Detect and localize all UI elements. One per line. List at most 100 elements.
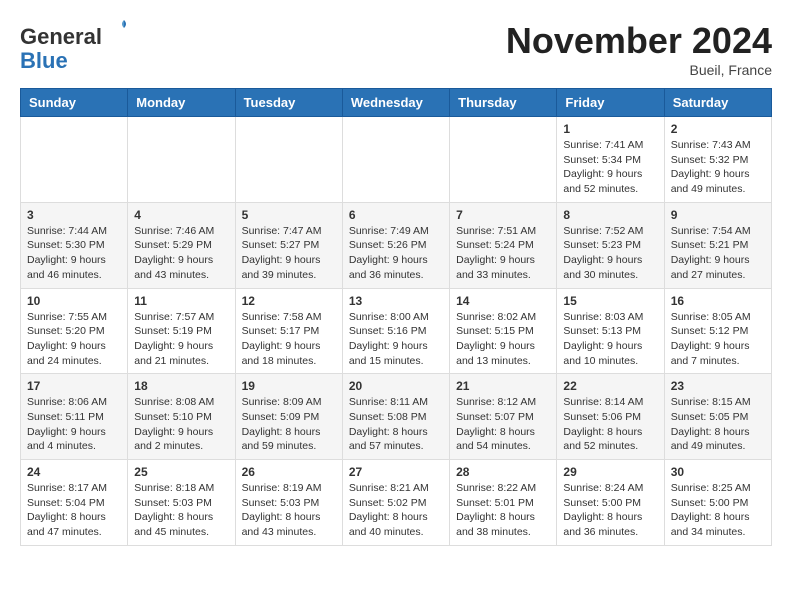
logo-blue: Blue xyxy=(20,48,68,73)
day-number: 21 xyxy=(456,379,550,393)
day-number: 26 xyxy=(242,465,336,479)
day-number: 28 xyxy=(456,465,550,479)
day-number: 11 xyxy=(134,294,228,308)
calendar-cell: 23 Sunrise: 8:15 AM Sunset: 5:05 PM Dayli… xyxy=(664,374,771,460)
day-number: 14 xyxy=(456,294,550,308)
day-info: Sunrise: 8:22 AM Sunset: 5:01 PM Dayligh… xyxy=(456,481,550,540)
page-header: General Blue November 2024 Bueil, France xyxy=(20,20,772,78)
calendar-cell: 13 Sunrise: 8:00 AM Sunset: 5:16 PM Dayli… xyxy=(342,288,449,374)
location: Bueil, France xyxy=(506,62,772,78)
day-number: 15 xyxy=(563,294,657,308)
day-number: 18 xyxy=(134,379,228,393)
calendar-cell: 11 Sunrise: 7:57 AM Sunset: 5:19 PM Dayli… xyxy=(128,288,235,374)
day-number: 13 xyxy=(349,294,443,308)
day-number: 12 xyxy=(242,294,336,308)
calendar-cell: 4 Sunrise: 7:46 AM Sunset: 5:29 PM Daylig… xyxy=(128,202,235,288)
calendar-cell: 9 Sunrise: 7:54 AM Sunset: 5:21 PM Daylig… xyxy=(664,202,771,288)
calendar-table: SundayMondayTuesdayWednesdayThursdayFrid… xyxy=(20,88,772,546)
day-info: Sunrise: 8:05 AM Sunset: 5:12 PM Dayligh… xyxy=(671,310,765,369)
calendar-cell: 18 Sunrise: 8:08 AM Sunset: 5:10 PM Dayli… xyxy=(128,374,235,460)
day-info: Sunrise: 8:19 AM Sunset: 5:03 PM Dayligh… xyxy=(242,481,336,540)
calendar-cell: 17 Sunrise: 8:06 AM Sunset: 5:11 PM Dayli… xyxy=(21,374,128,460)
day-number: 17 xyxy=(27,379,121,393)
logo-general: General xyxy=(20,24,102,49)
day-number: 22 xyxy=(563,379,657,393)
day-number: 23 xyxy=(671,379,765,393)
day-info: Sunrise: 7:58 AM Sunset: 5:17 PM Dayligh… xyxy=(242,310,336,369)
day-info: Sunrise: 7:52 AM Sunset: 5:23 PM Dayligh… xyxy=(563,224,657,283)
day-info: Sunrise: 7:57 AM Sunset: 5:19 PM Dayligh… xyxy=(134,310,228,369)
day-info: Sunrise: 8:24 AM Sunset: 5:00 PM Dayligh… xyxy=(563,481,657,540)
day-number: 5 xyxy=(242,208,336,222)
day-number: 16 xyxy=(671,294,765,308)
day-number: 25 xyxy=(134,465,228,479)
calendar-cell xyxy=(128,117,235,203)
day-info: Sunrise: 8:15 AM Sunset: 5:05 PM Dayligh… xyxy=(671,395,765,454)
day-number: 20 xyxy=(349,379,443,393)
day-number: 27 xyxy=(349,465,443,479)
day-info: Sunrise: 8:00 AM Sunset: 5:16 PM Dayligh… xyxy=(349,310,443,369)
day-info: Sunrise: 8:08 AM Sunset: 5:10 PM Dayligh… xyxy=(134,395,228,454)
day-info: Sunrise: 7:41 AM Sunset: 5:34 PM Dayligh… xyxy=(563,138,657,197)
day-number: 2 xyxy=(671,122,765,136)
calendar-cell: 6Sunrise: 7:49 AM Sunset: 5:26 PM Daylig… xyxy=(342,202,449,288)
calendar-week-4: 17 Sunrise: 8:06 AM Sunset: 5:11 PM Dayli… xyxy=(21,374,772,460)
day-number: 24 xyxy=(27,465,121,479)
calendar-cell: 24 Sunrise: 8:17 AM Sunset: 5:04 PM Dayli… xyxy=(21,460,128,546)
day-info: Sunrise: 8:02 AM Sunset: 5:15 PM Dayligh… xyxy=(456,310,550,369)
day-info: Sunrise: 8:09 AM Sunset: 5:09 PM Dayligh… xyxy=(242,395,336,454)
calendar-cell xyxy=(342,117,449,203)
calendar-cell: 10 Sunrise: 7:55 AM Sunset: 5:20 PM Dayli… xyxy=(21,288,128,374)
calendar-cell: 12 Sunrise: 7:58 AM Sunset: 5:17 PM Dayli… xyxy=(235,288,342,374)
day-info: Sunrise: 8:12 AM Sunset: 5:07 PM Dayligh… xyxy=(456,395,550,454)
weekday-header-thursday: Thursday xyxy=(450,89,557,117)
day-info: Sunrise: 8:17 AM Sunset: 5:04 PM Dayligh… xyxy=(27,481,121,540)
day-number: 30 xyxy=(671,465,765,479)
calendar-cell: 29Sunrise: 8:24 AM Sunset: 5:00 PM Dayli… xyxy=(557,460,664,546)
calendar-cell: 20 Sunrise: 8:11 AM Sunset: 5:08 PM Dayli… xyxy=(342,374,449,460)
day-info: Sunrise: 8:11 AM Sunset: 5:08 PM Dayligh… xyxy=(349,395,443,454)
calendar-cell xyxy=(450,117,557,203)
calendar-week-3: 10 Sunrise: 7:55 AM Sunset: 5:20 PM Dayli… xyxy=(21,288,772,374)
calendar-cell: 19Sunrise: 8:09 AM Sunset: 5:09 PM Dayli… xyxy=(235,374,342,460)
weekday-header-sunday: Sunday xyxy=(21,89,128,117)
day-info: Sunrise: 7:51 AM Sunset: 5:24 PM Dayligh… xyxy=(456,224,550,283)
calendar-cell: 1 Sunrise: 7:41 AM Sunset: 5:34 PM Daylig… xyxy=(557,117,664,203)
day-number: 1 xyxy=(563,122,657,136)
title-block: November 2024 Bueil, France xyxy=(506,20,772,78)
calendar-cell: 14 Sunrise: 8:02 AM Sunset: 5:15 PM Dayli… xyxy=(450,288,557,374)
day-info: Sunrise: 7:55 AM Sunset: 5:20 PM Dayligh… xyxy=(27,310,121,369)
calendar-week-1: 1 Sunrise: 7:41 AM Sunset: 5:34 PM Daylig… xyxy=(21,117,772,203)
day-number: 6 xyxy=(349,208,443,222)
calendar-cell: 30 Sunrise: 8:25 AM Sunset: 5:00 PM Dayli… xyxy=(664,460,771,546)
calendar-cell xyxy=(21,117,128,203)
day-number: 9 xyxy=(671,208,765,222)
calendar-cell: 2Sunrise: 7:43 AM Sunset: 5:32 PM Daylig… xyxy=(664,117,771,203)
day-number: 10 xyxy=(27,294,121,308)
day-number: 4 xyxy=(134,208,228,222)
calendar-cell: 16 Sunrise: 8:05 AM Sunset: 5:12 PM Dayli… xyxy=(664,288,771,374)
day-info: Sunrise: 8:18 AM Sunset: 5:03 PM Dayligh… xyxy=(134,481,228,540)
weekday-header-friday: Friday xyxy=(557,89,664,117)
day-info: Sunrise: 7:54 AM Sunset: 5:21 PM Dayligh… xyxy=(671,224,765,283)
calendar-header-row: SundayMondayTuesdayWednesdayThursdayFrid… xyxy=(21,89,772,117)
calendar-week-2: 3Sunrise: 7:44 AM Sunset: 5:30 PM Daylig… xyxy=(21,202,772,288)
day-info: Sunrise: 8:14 AM Sunset: 5:06 PM Dayligh… xyxy=(563,395,657,454)
calendar-week-5: 24 Sunrise: 8:17 AM Sunset: 5:04 PM Dayli… xyxy=(21,460,772,546)
weekday-header-monday: Monday xyxy=(128,89,235,117)
day-info: Sunrise: 7:47 AM Sunset: 5:27 PM Dayligh… xyxy=(242,224,336,283)
day-number: 3 xyxy=(27,208,121,222)
day-number: 7 xyxy=(456,208,550,222)
day-info: Sunrise: 7:46 AM Sunset: 5:29 PM Dayligh… xyxy=(134,224,228,283)
calendar-cell: 22 Sunrise: 8:14 AM Sunset: 5:06 PM Dayli… xyxy=(557,374,664,460)
weekday-header-saturday: Saturday xyxy=(664,89,771,117)
day-info: Sunrise: 8:21 AM Sunset: 5:02 PM Dayligh… xyxy=(349,481,443,540)
day-info: Sunrise: 8:25 AM Sunset: 5:00 PM Dayligh… xyxy=(671,481,765,540)
calendar-cell: 7 Sunrise: 7:51 AM Sunset: 5:24 PM Daylig… xyxy=(450,202,557,288)
weekday-header-wednesday: Wednesday xyxy=(342,89,449,117)
day-info: Sunrise: 8:06 AM Sunset: 5:11 PM Dayligh… xyxy=(27,395,121,454)
calendar-cell: 26 Sunrise: 8:19 AM Sunset: 5:03 PM Dayli… xyxy=(235,460,342,546)
calendar-cell: 5 Sunrise: 7:47 AM Sunset: 5:27 PM Daylig… xyxy=(235,202,342,288)
calendar-cell: 25 Sunrise: 8:18 AM Sunset: 5:03 PM Dayli… xyxy=(128,460,235,546)
calendar-cell xyxy=(235,117,342,203)
